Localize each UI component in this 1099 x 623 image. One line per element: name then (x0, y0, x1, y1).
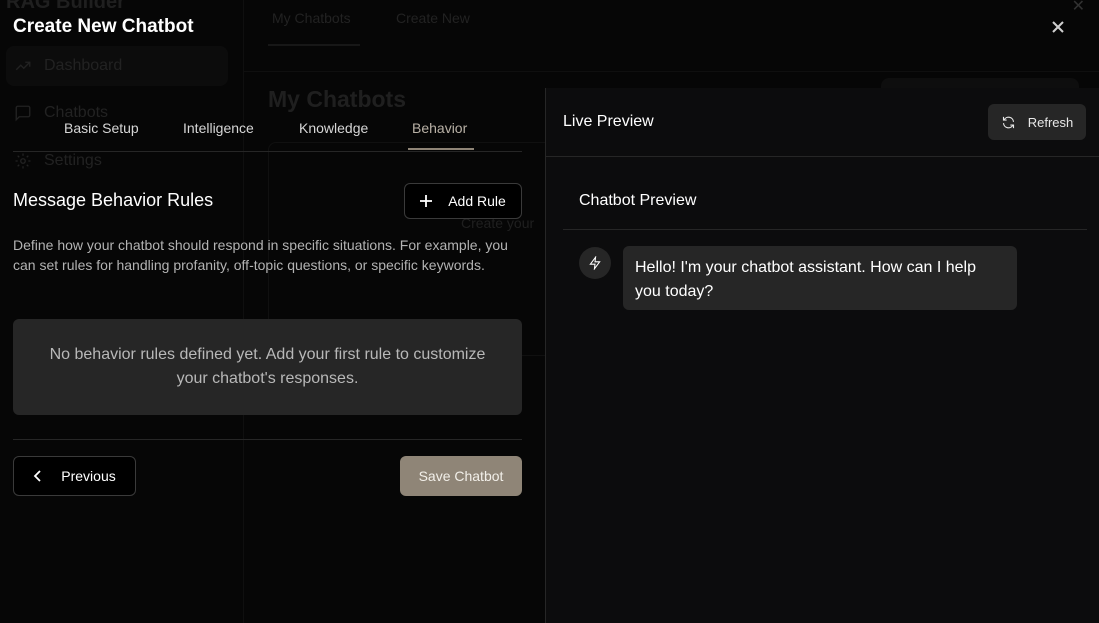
save-chatbot-label: Save Chatbot (418, 468, 504, 484)
tab-behavior[interactable]: Behavior (412, 120, 467, 136)
chat-title: Chatbot Preview (579, 192, 697, 209)
tab-intelligence[interactable]: Intelligence (183, 120, 254, 136)
tab-basic-setup[interactable]: Basic Setup (64, 120, 139, 136)
refresh-label: Refresh (1027, 114, 1074, 130)
bot-avatar (579, 247, 611, 279)
close-button[interactable] (1049, 18, 1067, 36)
live-preview-panel: Live Preview Refresh Chatbot Preview Hel… (545, 88, 1099, 623)
lightning-icon (589, 256, 601, 270)
screen: RAG Builder Dashboard Chatbots Settings … (0, 0, 1099, 623)
chevron-left-icon (33, 470, 41, 482)
preview-title: Live Preview (563, 113, 654, 130)
chat-divider (563, 229, 1087, 230)
section-description: Define how your chatbot should respond i… (13, 237, 508, 273)
active-tab-indicator (408, 148, 474, 150)
section-title: Message Behavior Rules (13, 190, 214, 210)
bot-message-text: Hello! I'm your chatbot assistant. How c… (635, 259, 976, 300)
refresh-icon (1002, 116, 1014, 128)
footer-divider (13, 439, 522, 440)
add-rule-label: Add Rule (448, 193, 506, 209)
dialog-title: Create New Chatbot (13, 16, 194, 37)
plus-icon (420, 195, 433, 207)
dialog-tabs: Basic Setup Intelligence Knowledge Behav… (13, 112, 522, 152)
save-chatbot-button[interactable]: Save Chatbot (400, 456, 522, 496)
bot-message-bubble: Hello! I'm your chatbot assistant. How c… (623, 246, 1017, 310)
add-rule-button[interactable]: Add Rule (404, 183, 522, 219)
preview-header: Live Preview Refresh (546, 88, 1099, 157)
previous-button[interactable]: Previous (13, 456, 136, 496)
refresh-button[interactable]: Refresh (988, 104, 1086, 140)
empty-rules-state: No behavior rules defined yet. Add your … (13, 319, 522, 415)
tab-knowledge[interactable]: Knowledge (299, 120, 368, 136)
close-icon (1052, 21, 1064, 33)
empty-rules-text: No behavior rules defined yet. Add your … (49, 346, 486, 387)
previous-label: Previous (61, 468, 116, 484)
